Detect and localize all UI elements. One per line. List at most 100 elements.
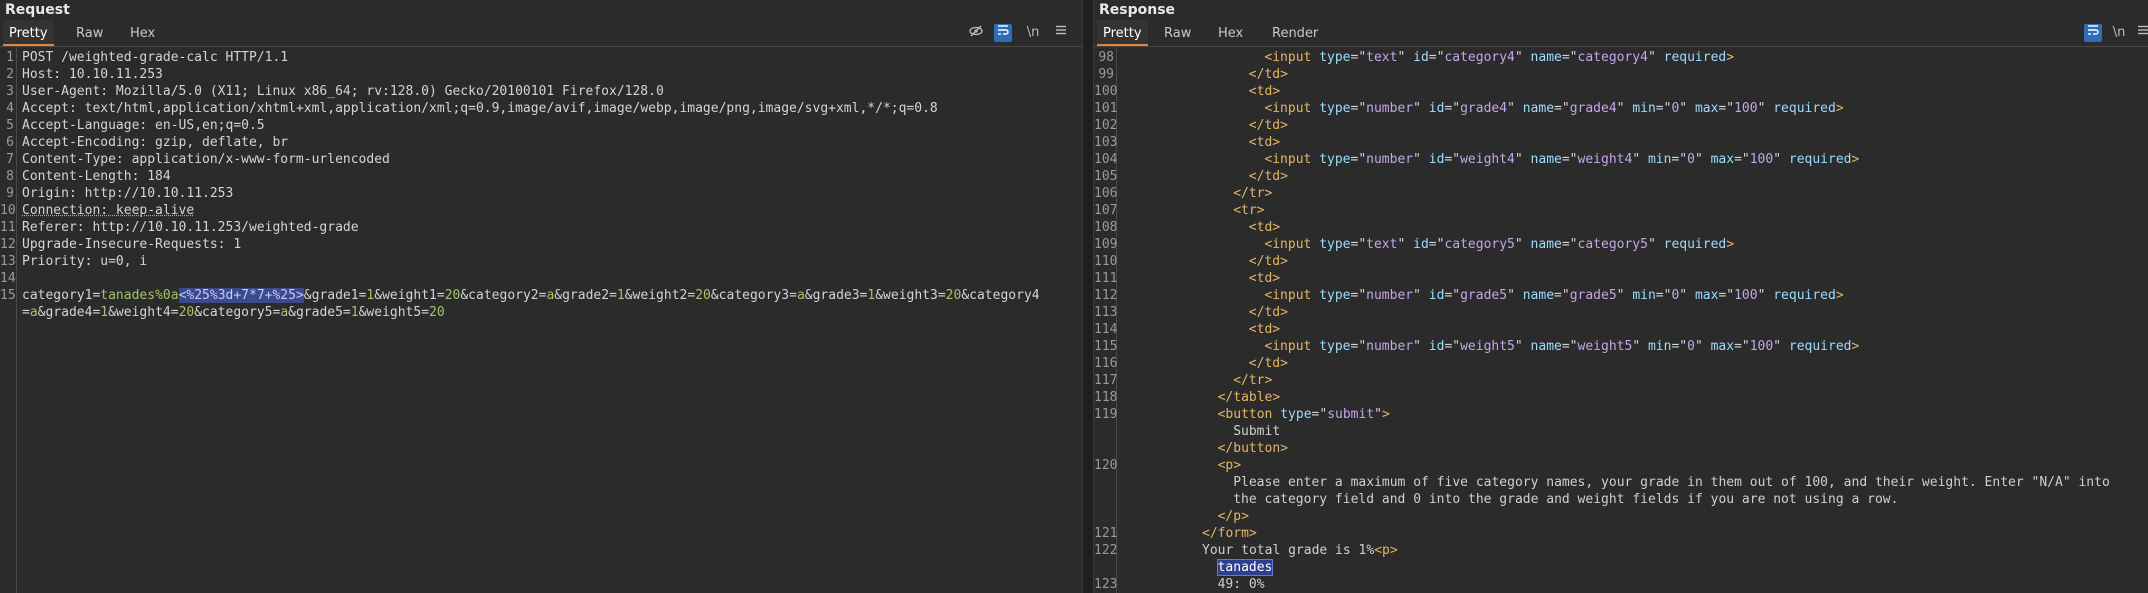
response-tab-pretty[interactable]: Pretty bbox=[1097, 20, 1148, 46]
body-token: 20 bbox=[945, 288, 962, 303]
tag-bracket: > bbox=[1726, 50, 1735, 65]
tag-bracket: > bbox=[1280, 356, 1288, 371]
response-tab-render[interactable]: Render bbox=[1266, 20, 1324, 46]
tag-name: input bbox=[1272, 101, 1312, 116]
eye-slash-icon[interactable] bbox=[967, 24, 985, 42]
tag-name: td bbox=[1264, 118, 1281, 133]
tag-name: td bbox=[1264, 305, 1281, 320]
tag-bracket: </ bbox=[1248, 254, 1265, 269]
response-tab-raw[interactable]: Raw bbox=[1158, 20, 1197, 46]
body-token: &weight4= bbox=[108, 305, 179, 320]
response-line: <button type="submit"> bbox=[1218, 406, 1390, 423]
attr-eq: =" bbox=[1444, 288, 1461, 303]
tag-bracket: > bbox=[1272, 271, 1281, 286]
attr-name: max bbox=[1710, 339, 1735, 354]
attr-value: weight5 bbox=[1577, 339, 1633, 354]
attr-eq: =" bbox=[1561, 50, 1578, 65]
line-number: 6 bbox=[6, 135, 14, 150]
response-tab-hex[interactable]: Hex bbox=[1212, 20, 1249, 46]
line-number: 8 bbox=[6, 169, 14, 184]
response-line: the category field and 0 into the grade … bbox=[1233, 491, 1898, 508]
tag-bracket: > bbox=[1241, 509, 1249, 524]
line-number: 110 bbox=[1094, 254, 1118, 269]
attr-value: text bbox=[1366, 50, 1398, 65]
tag-name: input bbox=[1272, 50, 1312, 65]
tag-name: td bbox=[1264, 254, 1281, 269]
body-token: &category4 bbox=[961, 288, 1040, 303]
tag-name: tr bbox=[1248, 186, 1265, 201]
request-editor[interactable]: 1 POST /weighted-grade-calc HTTP/1.1 2 Host… bbox=[0, 47, 1082, 593]
line-number: 98 bbox=[1098, 50, 1114, 65]
line-number bbox=[1094, 474, 1114, 491]
tag-bracket: > bbox=[1256, 203, 1265, 218]
text-node: the category field and 0 into the grade … bbox=[1233, 492, 1899, 507]
tag-name: input bbox=[1272, 339, 1312, 354]
line-number: 123 bbox=[1094, 577, 1118, 592]
response-editor[interactable]: 98 <input type="text" id="category4" name… bbox=[1094, 47, 2148, 593]
pane-divider[interactable] bbox=[1082, 0, 1094, 593]
attr-name: name bbox=[1530, 152, 1562, 167]
response-line: Your total grade is 1%<p> bbox=[1202, 542, 1398, 559]
attr-name: id bbox=[1428, 152, 1445, 167]
request-line: Connection: keep-alive bbox=[22, 202, 194, 219]
tag-name: td bbox=[1264, 169, 1281, 184]
line-number: 3 bbox=[6, 84, 14, 99]
line-number: 117 bbox=[1094, 373, 1118, 388]
tag-name: tr bbox=[1248, 373, 1265, 388]
attr-eq: =" bbox=[1671, 339, 1688, 354]
menu-icon[interactable] bbox=[1052, 24, 1070, 42]
attr-quote: " bbox=[1374, 407, 1382, 422]
response-line: </td> bbox=[1249, 253, 1288, 270]
request-tab-pretty[interactable]: Pretty bbox=[3, 20, 54, 46]
body-token: 1 bbox=[616, 288, 625, 303]
response-line: <input type="text" id="category5" name="… bbox=[1264, 236, 1734, 253]
response-line: Submit bbox=[1233, 423, 1280, 440]
line-number: 120 bbox=[1094, 458, 1118, 473]
attr-quote: " bbox=[1413, 152, 1421, 167]
attr-name: name bbox=[1530, 339, 1562, 354]
wrap-icon[interactable] bbox=[994, 24, 1012, 42]
line-number: 121 bbox=[1094, 526, 1118, 541]
header-name: Priority: bbox=[22, 254, 93, 269]
line-number: 1 bbox=[6, 50, 14, 65]
tag-bracket: > bbox=[1272, 220, 1281, 235]
attr-value: category5 bbox=[1577, 237, 1648, 252]
tag-bracket: </ bbox=[1202, 526, 1218, 541]
attr-value: grade4 bbox=[1460, 101, 1508, 116]
wrap-icon[interactable] bbox=[2084, 24, 2102, 42]
header-name: Referer: bbox=[22, 220, 85, 235]
request-title: Request bbox=[5, 2, 70, 18]
tag-name: td bbox=[1256, 135, 1273, 150]
header-value: application/x-www-form-urlencoded bbox=[123, 152, 390, 167]
attr-quote: " bbox=[1632, 152, 1641, 167]
attr-value: category4 bbox=[1444, 50, 1515, 65]
text-node: Your total grade is 1% bbox=[1202, 543, 1375, 558]
line-number: 99 bbox=[1098, 67, 1114, 82]
attr-name: min bbox=[1647, 339, 1672, 354]
attr-value: category4 bbox=[1577, 50, 1648, 65]
attr-value: number bbox=[1366, 339, 1414, 354]
body-token: &weight5= bbox=[358, 305, 430, 320]
attr-eq: =" bbox=[1718, 288, 1735, 303]
request-tab-hex[interactable]: Hex bbox=[124, 20, 161, 46]
menu-icon[interactable] bbox=[2134, 24, 2148, 42]
attr-name: name bbox=[1530, 237, 1562, 252]
body-token: &grade4= bbox=[37, 305, 101, 320]
newline-icon[interactable]: \n bbox=[1024, 24, 1042, 42]
body-token: 1 bbox=[350, 305, 359, 320]
attr-eq: =" bbox=[1554, 288, 1570, 303]
response-line: <input type="number" id="grade4" name="g… bbox=[1264, 100, 1843, 117]
request-tab-raw[interactable]: Raw bbox=[70, 20, 109, 46]
tag-name: p bbox=[1233, 509, 1242, 524]
attr-value: 0 bbox=[1687, 339, 1695, 354]
line-number: 115 bbox=[1094, 339, 1118, 354]
tag-bracket: > bbox=[1264, 373, 1273, 388]
newline-icon[interactable]: \n bbox=[2110, 24, 2128, 42]
request-line: Content-Length: 184 bbox=[22, 168, 171, 185]
tag-bracket: > bbox=[1835, 288, 1844, 303]
response-line: <input type="text" id="category4" name="… bbox=[1264, 49, 1734, 66]
body-token: 20 bbox=[178, 305, 195, 320]
